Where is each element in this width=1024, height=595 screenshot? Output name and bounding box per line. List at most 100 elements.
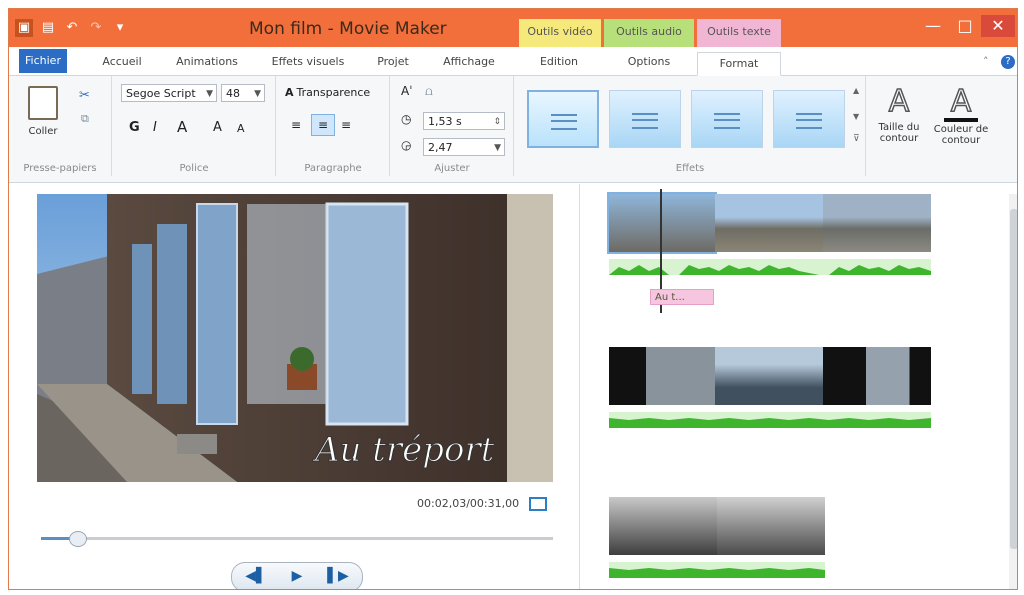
transparency-button[interactable]: A Transparence (285, 86, 370, 99)
group-label-font: Police (179, 163, 209, 174)
text-effect-icon[interactable]: Aˈ (401, 84, 413, 98)
window-title: Mon film - Movie Maker (249, 19, 447, 39)
tab-view[interactable]: Affichage (435, 51, 503, 73)
context-tab-audio-tools[interactable]: Outils audio (604, 19, 694, 47)
fullscreen-icon[interactable] (529, 497, 547, 511)
group-label-effects: Effets (675, 163, 705, 174)
tab-animations[interactable]: Animations (167, 51, 247, 73)
effect-fly-in[interactable] (773, 90, 845, 148)
paste-label: Coller (28, 126, 58, 137)
app-icon[interactable]: ▣ (15, 19, 33, 37)
spinner-icon[interactable]: ⇕ (493, 113, 501, 131)
outline-size-icon: A (888, 84, 910, 119)
group-label-adjust: Ajuster (434, 163, 470, 174)
font-family-select[interactable]: Segoe Script ▼ (121, 84, 217, 102)
effect-fade[interactable] (609, 90, 681, 148)
chevron-down-icon: ▼ (254, 89, 261, 99)
duration-value: 2,47 (428, 141, 453, 154)
ribbon-tabs: Fichier Accueil Animations Effets visuel… (9, 47, 1017, 76)
movie-maker-window: ▣ ▤ ↶ ↷ ▾ Mon film - Movie Maker Outils … (8, 8, 1018, 590)
tab-file[interactable]: Fichier (19, 49, 67, 73)
pane-divider (579, 184, 580, 589)
tab-edit[interactable]: Edition (525, 51, 593, 73)
tab-home[interactable]: Accueil (91, 51, 153, 73)
seek-bar[interactable] (41, 537, 553, 540)
outline-color-label: Couleur de contour (933, 124, 989, 146)
shrink-font-button[interactable]: A (237, 122, 245, 135)
group-font: Segoe Script ▼ 48 ▼ G I A A A Police (113, 76, 276, 176)
group-clipboard: Coller ✂ ⧉ Presse-papiers (9, 76, 112, 176)
start-time-field[interactable]: 1,53 s ⇕ (423, 112, 505, 130)
align-center-icon[interactable]: ≡ (311, 114, 335, 136)
effect-lines-icon (632, 113, 658, 129)
clip-6[interactable] (823, 347, 931, 405)
tab-options[interactable]: Options (615, 51, 683, 73)
align-right-icon[interactable]: ≡ (341, 118, 351, 132)
clip-8[interactable] (717, 497, 825, 555)
group-effects: ▲ ▼ ⊽ Effets (515, 76, 866, 176)
outline-size-label: Taille du contour (878, 122, 920, 144)
background-color-icon[interactable]: ⩍ (425, 84, 433, 99)
play-icon[interactable]: ▶ (277, 565, 317, 587)
paste-icon (28, 86, 58, 120)
duration-icon: ◶ (401, 138, 412, 152)
customize-icon[interactable]: ▾ (111, 19, 129, 37)
tab-project[interactable]: Projet (367, 51, 419, 73)
group-label-clipboard: Presse-papiers (23, 163, 97, 174)
audio-track-2[interactable] (609, 412, 931, 428)
clip-5[interactable] (715, 347, 823, 405)
minimize-button[interactable]: — (919, 15, 947, 37)
clip-2[interactable] (715, 194, 823, 252)
seek-thumb[interactable] (68, 531, 87, 547)
bold-button[interactable]: G (129, 120, 140, 135)
gallery-down-icon[interactable]: ▼ (853, 112, 859, 121)
cut-icon[interactable]: ✂ (79, 88, 90, 103)
storyboard-scroll-thumb[interactable] (1010, 209, 1017, 549)
outline-color-button[interactable]: A Couleur de contour (927, 85, 995, 146)
video-preview[interactable]: Au tréport (37, 194, 553, 482)
font-family-value: Segoe Script (126, 87, 196, 100)
grow-font-button[interactable]: A (213, 120, 222, 135)
paste-button[interactable]: Coller (23, 86, 63, 137)
collapse-ribbon-icon[interactable]: ˄ (983, 55, 989, 68)
audio-track-3[interactable] (609, 562, 825, 578)
duration-field[interactable]: 2,47 ▼ (423, 138, 505, 156)
caption-chip[interactable]: Au t... (650, 289, 714, 305)
outline-color-icon: A (944, 85, 978, 122)
audio-waveform (609, 265, 931, 275)
quick-access-toolbar: ▣ ▤ ↶ ↷ ▾ (15, 19, 129, 37)
undo-icon[interactable]: ↶ (63, 19, 81, 37)
align-left-icon[interactable]: ≡ (291, 118, 301, 132)
gallery-more-icon[interactable]: ⊽ (853, 134, 860, 144)
audio-track-1[interactable] (609, 259, 931, 275)
tab-format[interactable]: Format (697, 52, 781, 76)
maximize-button[interactable]: □ (951, 15, 979, 37)
previous-frame-icon[interactable]: ◀▌ (236, 565, 276, 587)
effect-lines-icon (796, 113, 822, 129)
audio-waveform (609, 418, 931, 428)
next-frame-icon[interactable]: ▌▶ (318, 565, 358, 587)
clip-4[interactable] (609, 347, 715, 405)
font-size-select[interactable]: 48 ▼ (221, 84, 265, 102)
clip-1[interactable] (607, 192, 717, 254)
effect-none[interactable] (527, 90, 599, 148)
outline-size-button[interactable]: A Taille du contour (869, 84, 929, 144)
font-size-value: 48 (226, 87, 240, 100)
italic-button[interactable]: I (153, 120, 157, 135)
context-tab-video-tools[interactable]: Outils vidéo (519, 19, 601, 47)
gallery-up-icon[interactable]: ▲ (853, 86, 859, 95)
effect-lines-icon (551, 114, 577, 130)
close-button[interactable]: ✕ (981, 15, 1015, 37)
tab-visual-effects[interactable]: Effets visuels (263, 51, 353, 73)
clip-3[interactable] (823, 194, 931, 252)
group-paragraph: A Transparence ≡ ≡ ≡ Paragraphe (277, 76, 390, 176)
help-icon[interactable]: ? (1001, 55, 1015, 69)
save-icon[interactable]: ▤ (39, 19, 57, 37)
copy-icon[interactable]: ⧉ (81, 112, 89, 126)
context-tab-text-tools[interactable]: Outils texte (697, 19, 781, 47)
start-time-icon: ◷ (401, 112, 412, 126)
clip-7[interactable] (609, 497, 717, 555)
font-color-button[interactable]: A (177, 118, 187, 136)
effect-zoom[interactable] (691, 90, 763, 148)
redo-icon[interactable]: ↷ (87, 19, 105, 37)
